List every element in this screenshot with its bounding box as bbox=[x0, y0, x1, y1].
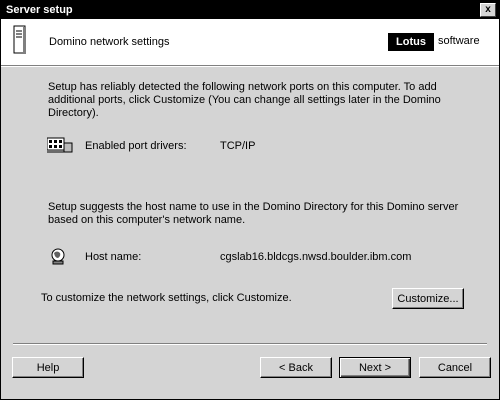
host-label: Host name: bbox=[85, 251, 142, 263]
lotus-software-logo: Lotus software bbox=[388, 33, 484, 51]
ports-value: TCP/IP bbox=[220, 140, 256, 152]
window-title: Server setup bbox=[6, 4, 73, 16]
help-button[interactable]: Help bbox=[12, 357, 84, 378]
customize-instruction: To customize the network settings, click… bbox=[41, 292, 292, 304]
next-button[interactable]: Next > bbox=[339, 357, 411, 378]
page-title: Domino network settings bbox=[49, 36, 170, 48]
close-button[interactable]: x bbox=[480, 3, 496, 17]
title-bar: Server setup x bbox=[1, 1, 499, 19]
header-panel: Domino network settings Lotus software bbox=[1, 19, 499, 66]
logo-software: software bbox=[438, 35, 480, 47]
close-icon: x bbox=[485, 4, 491, 15]
host-globe-icon bbox=[51, 248, 65, 265]
footer-separator bbox=[13, 343, 487, 345]
host-intro-text: Setup suggests the host name to use in t… bbox=[48, 201, 459, 226]
back-button[interactable]: < Back bbox=[260, 357, 332, 378]
ports-label: Enabled port drivers: bbox=[85, 140, 187, 152]
server-setup-window: Server setup x Domino network settings L… bbox=[0, 0, 500, 400]
network-ports-icon bbox=[47, 137, 73, 153]
customize-button[interactable]: Customize... bbox=[392, 288, 464, 309]
server-icon bbox=[13, 25, 26, 54]
cancel-button[interactable]: Cancel bbox=[419, 357, 491, 378]
logo-lotus: Lotus bbox=[388, 33, 434, 51]
intro-text: Setup has reliably detected the followin… bbox=[48, 81, 441, 119]
header-divider bbox=[1, 66, 499, 67]
host-value: cgslab16.bldcgs.nwsd.boulder.ibm.com bbox=[220, 251, 412, 263]
